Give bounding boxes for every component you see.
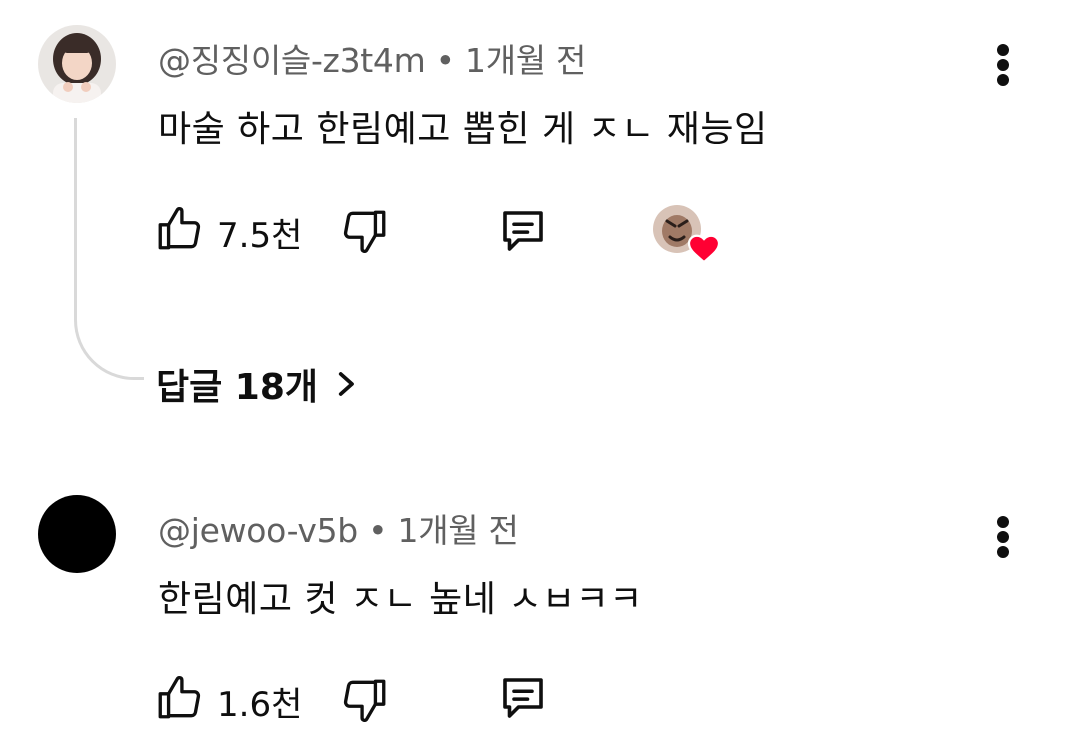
comment-time: 1개월 전 <box>465 41 587 80</box>
commenter-avatar[interactable] <box>38 495 116 573</box>
comment-meta: @징징이슬-z3t4m • 1개월 전 <box>158 34 586 82</box>
comment-author[interactable]: @징징이슬-z3t4m <box>158 41 426 80</box>
meta-separator: • <box>435 41 466 80</box>
thumbs-down-icon[interactable] <box>340 675 390 725</box>
comment-author[interactable]: @jewoo-v5b <box>158 511 358 550</box>
comment-time: 1개월 전 <box>397 511 519 550</box>
reply-thread-line <box>74 118 144 380</box>
like-count: 7.5천 <box>217 216 303 256</box>
comment-meta: @jewoo-v5b • 1개월 전 <box>158 504 519 552</box>
creator-heart-badge <box>652 204 722 264</box>
comment-text: 마술 하고 한림예고 뽑힌 게 ㅈㄴ 재능임 <box>158 109 768 150</box>
comment-text: 한림예고 컷 ㅈㄴ 높네 ㅅㅂㅋㅋ <box>158 579 643 620</box>
replies-toggle[interactable]: 답글 18개 <box>156 358 362 410</box>
commenter-avatar[interactable] <box>38 25 116 103</box>
thumbs-up-icon[interactable] <box>154 204 204 254</box>
reply-comment-icon[interactable] <box>496 671 550 725</box>
reply-comment-icon[interactable] <box>496 204 550 258</box>
more-vertical-icon[interactable] <box>994 512 1014 562</box>
like-count: 1.6천 <box>217 685 303 725</box>
more-vertical-icon[interactable] <box>994 40 1014 90</box>
thumbs-down-icon[interactable] <box>340 206 390 256</box>
meta-separator: • <box>368 511 398 550</box>
replies-label: 답글 18개 <box>156 367 318 408</box>
chevron-right-icon <box>338 372 354 396</box>
heart-icon <box>687 234 721 264</box>
thumbs-up-icon[interactable] <box>154 673 204 723</box>
